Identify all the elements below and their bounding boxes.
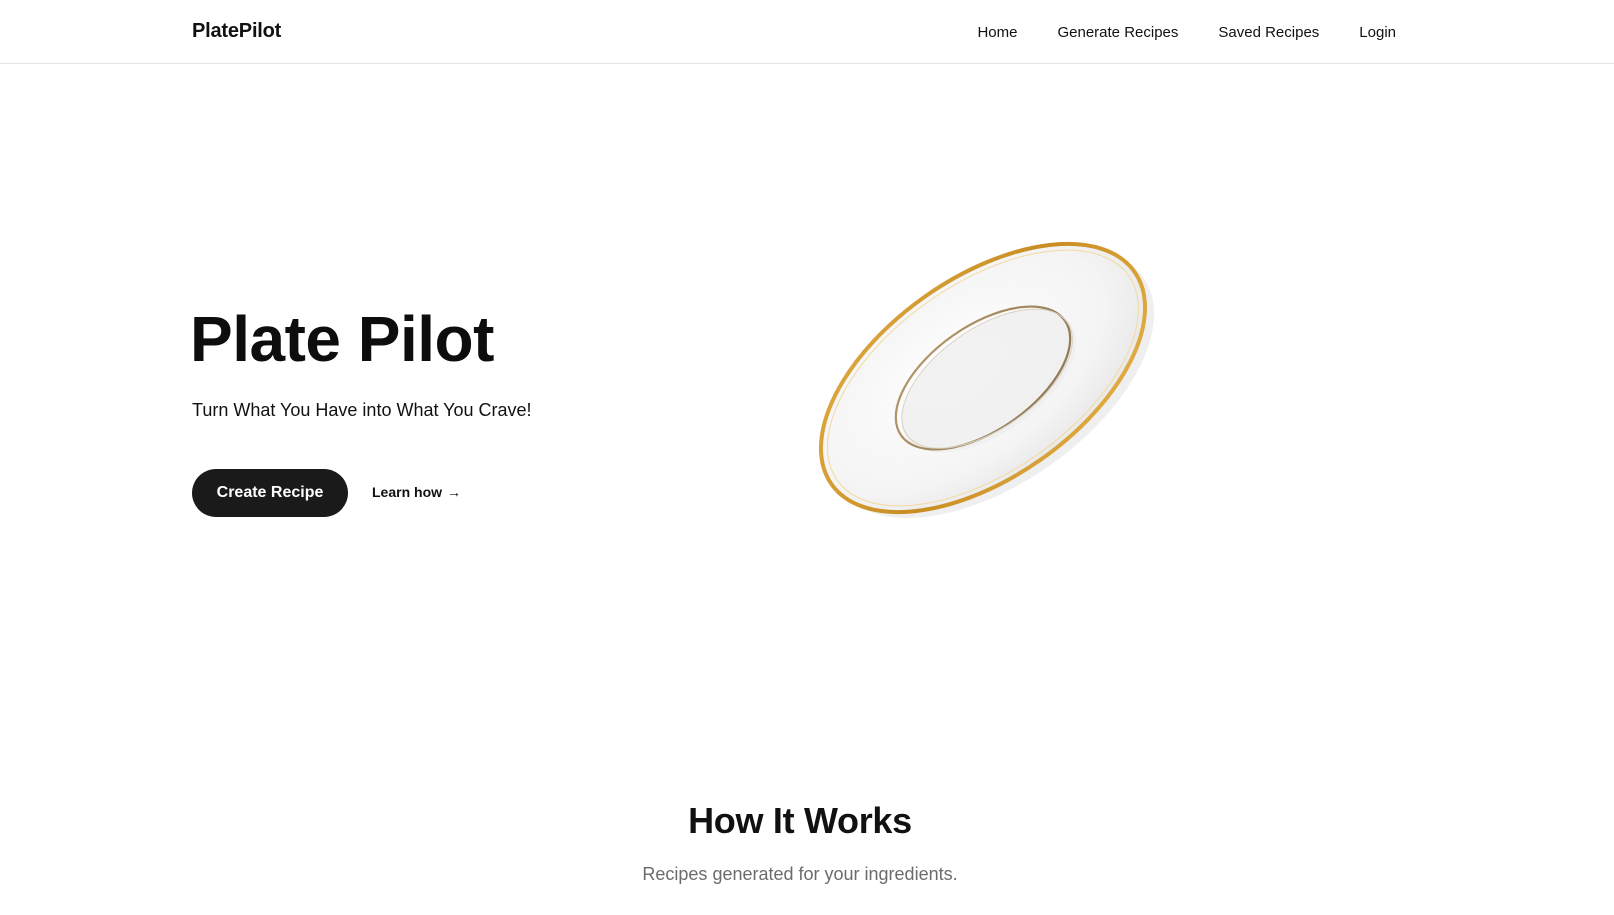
arrow-right-icon: → [447, 484, 462, 500]
plate-image [800, 240, 1200, 540]
create-recipe-button[interactable]: Create Recipe [192, 469, 348, 517]
learn-how-label: Learn how [372, 484, 443, 500]
plate-illustration [818, 241, 1155, 518]
nav-links: Home Generate Recipes Saved Recipes Logi… [977, 0, 1396, 64]
how-it-works-title: How It Works [688, 800, 912, 841]
nav-link-home[interactable]: Home [977, 24, 1017, 41]
hero-subtitle: Turn What You Have into What You Crave! [192, 400, 532, 420]
hero-title: Plate Pilot [190, 303, 494, 375]
nav-link-generate-recipes[interactable]: Generate Recipes [1057, 24, 1178, 41]
learn-how-link[interactable]: Learn how → [372, 484, 461, 500]
navbar: PlatePilot Home Generate Recipes Saved R… [0, 0, 1614, 64]
brand-logo[interactable]: PlatePilot [192, 20, 281, 43]
nav-link-login[interactable]: Login [1359, 24, 1396, 41]
nav-link-saved-recipes[interactable]: Saved Recipes [1218, 24, 1319, 41]
how-it-works-subtitle: Recipes generated for your ingredients. [642, 864, 958, 884]
